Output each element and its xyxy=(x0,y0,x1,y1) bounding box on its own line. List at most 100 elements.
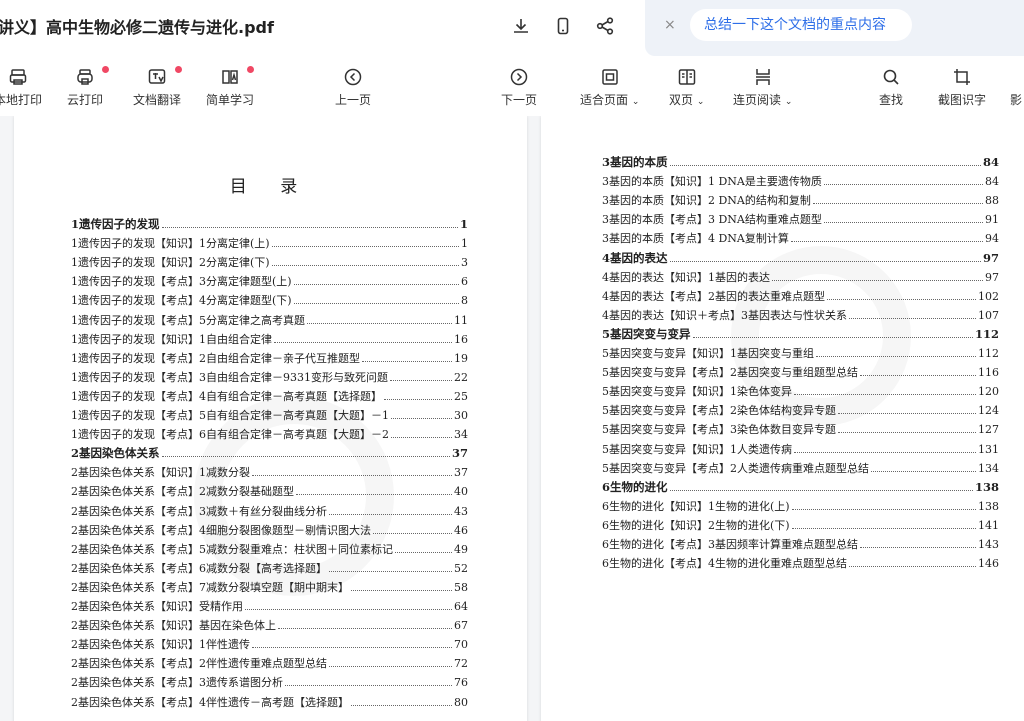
toc-entry[interactable]: 3基因的本质【知识】2 DNA的结构和复制 88 xyxy=(602,192,999,208)
ai-suggestion-chip[interactable]: 总结一下这个文档的重点内容 xyxy=(690,9,912,41)
dot-leader xyxy=(791,508,976,510)
toc-entry-title: 2基因染色体关系【知识】1伴性遗传 xyxy=(71,638,250,652)
toc-entry-title: 6生物的进化 xyxy=(602,479,668,494)
toc-entry[interactable]: 4基因的表达 97 xyxy=(602,250,999,266)
double-page-label: 双页 xyxy=(669,93,694,107)
screenshot-ocr-button[interactable]: 截图识字 xyxy=(938,66,986,108)
close-icon[interactable]: × xyxy=(664,17,676,33)
dot-leader xyxy=(823,222,983,224)
toc-entry-title: 4基因的表达【知识】1基因的表达 xyxy=(602,270,770,284)
toc-entry-page: 64 xyxy=(454,600,468,613)
continuous-page-icon xyxy=(733,66,792,88)
toolbar: 本地打印 云打印 文档翻译 简单学习 上一页 3 / 154 xyxy=(0,56,1024,157)
continuous-read-dropdown[interactable]: 连页阅读 ⌄ xyxy=(733,66,792,108)
toc-entry[interactable]: 2基因染色体关系【知识】受精作用 64 xyxy=(71,598,468,614)
toc-entry[interactable]: 1遗传因子的发现【考点】3分离定律题型(上) 6 xyxy=(71,273,468,289)
toc-entry[interactable]: 2基因染色体关系【知识】基因在染色体上 67 xyxy=(71,617,468,633)
next-page-button[interactable]: 下一页 xyxy=(501,66,537,108)
dot-leader xyxy=(812,203,983,205)
toc-entry-page: 3 xyxy=(461,256,468,270)
fit-page-icon xyxy=(580,66,639,88)
search-button[interactable]: 查找 xyxy=(879,66,903,108)
toc-entry[interactable]: 5基因突变与变异【考点】2染色体结构变异专题 124 xyxy=(602,402,999,418)
toc-entry[interactable]: 1遗传因子的发现【知识】2分离定律(下) 3 xyxy=(71,254,468,270)
dot-leader xyxy=(669,489,973,491)
more-tool-button[interactable]: 影 xyxy=(1008,66,1024,108)
toc-entry[interactable]: 1遗传因子的发现【考点】5分离定律之高考真题 11 xyxy=(71,312,468,328)
toc-entry[interactable]: 2基因染色体关系【知识】1减数分裂 37 xyxy=(71,464,468,480)
pdf-page-left: 目 录 1遗传因子的发现 1 1遗传因子的发现【知识】1分离定律(上) 1 1遗传因子的… xyxy=(14,116,527,721)
dot-leader xyxy=(271,246,459,248)
toc-entry[interactable]: 1遗传因子的发现【考点】4分离定律题型(下) 8 xyxy=(71,292,468,308)
toc-entry[interactable]: 2基因染色体关系【考点】4细胞分裂图像题型－剔情识图大法 46 xyxy=(71,522,468,538)
toc-entry[interactable]: 2基因染色体关系【考点】2减数分裂基础题型 40 xyxy=(71,483,468,499)
toc-entry[interactable]: 5基因突变与变异 112 xyxy=(602,326,999,342)
toc-entry-title: 1遗传因子的发现【考点】5自有组合定律－高考真题【大题】－1 xyxy=(71,409,389,422)
toc-entry-page: 37 xyxy=(454,466,468,480)
toc-entry[interactable]: 2基因染色体关系【考点】5减数分裂重难点：柱状图＋同位素标记 49 xyxy=(71,541,468,557)
toc-entry[interactable]: 1遗传因子的发现【知识】1分离定律(上) 1 xyxy=(71,235,468,251)
prev-page-label: 上一页 xyxy=(335,93,372,107)
printer-icon xyxy=(0,66,42,88)
toc-entry[interactable]: 4基因的表达【考点】2基因的表达重难点题型 102 xyxy=(602,288,999,304)
cloud-print-button[interactable]: 云打印 xyxy=(67,66,109,108)
download-icon[interactable] xyxy=(509,14,533,38)
toc-entry[interactable]: 2基因染色体关系【考点】2伴性遗传重难点题型总结 72 xyxy=(71,655,468,671)
toc-entry[interactable]: 6生物的进化【考点】3基因频率计算重难点题型总结 143 xyxy=(602,536,999,552)
toc-entry[interactable]: 2基因染色体关系【考点】3遗传系谱图分析 76 xyxy=(71,674,468,690)
toc-entry[interactable]: 6生物的进化【考点】4生物的进化重难点题型总结 146 xyxy=(602,555,999,571)
toc-entry[interactable]: 6生物的进化【知识】1生物的进化(上) 138 xyxy=(602,498,999,514)
toc-entry[interactable]: 5基因突变与变异【知识】1人类遗传病 131 xyxy=(602,441,999,457)
toc-entry[interactable]: 1遗传因子的发现【知识】1自由组合定律 16 xyxy=(71,331,468,347)
share-icon[interactable] xyxy=(593,14,617,38)
toc-entry[interactable]: 5基因突变与变异【考点】3染色体数目变异专题 127 xyxy=(602,421,999,437)
toc-entry[interactable]: 3基因的本质 84 xyxy=(602,154,999,170)
double-page-dropdown[interactable]: 双页 ⌄ xyxy=(669,66,704,108)
toc-entry[interactable]: 1遗传因子的发现【考点】2自由组合定律－亲子代互推题型 19 xyxy=(71,350,468,366)
new-badge xyxy=(102,66,109,73)
toc-entry[interactable]: 4基因的表达【知识】1基因的表达 97 xyxy=(602,269,999,285)
chevron-down-icon: ⌄ xyxy=(696,97,705,107)
toc-entry[interactable]: 1遗传因子的发现【考点】5自有组合定律－高考真题【大题】－1 30 xyxy=(71,407,468,423)
toc-entry-title: 2基因染色体关系 xyxy=(71,446,160,461)
toc-entry-title: 2基因染色体关系【考点】6减数分裂【高考选择题】 xyxy=(71,561,327,575)
local-print-button[interactable]: 本地打印 xyxy=(0,66,42,108)
toc-entry[interactable]: 2基因染色体关系【考点】6减数分裂【高考选择题】 52 xyxy=(71,560,468,576)
dot-leader xyxy=(871,470,976,472)
toc-entry[interactable]: 5基因突变与变异【知识】1染色体变异 120 xyxy=(602,383,999,399)
toc-entry[interactable]: 2基因染色体关系【考点】3减数＋有丝分裂曲线分析 43 xyxy=(71,503,468,519)
toc-entry[interactable]: 1遗传因子的发现【考点】6自有组合定律－高考真题【大题】－2 34 xyxy=(71,426,468,442)
toc-entry[interactable]: 3基因的本质【知识】1 DNA是主要遗传物质 84 xyxy=(602,173,999,189)
toc-entry[interactable]: 3基因的本质【考点】3 DNA结构重难点题型 91 xyxy=(602,211,999,227)
toc-entry-page: 138 xyxy=(974,479,999,494)
cloud-printer-icon xyxy=(67,66,103,88)
phone-icon[interactable] xyxy=(551,14,575,38)
toc-entry[interactable]: 4基因的表达【知识＋考点】3基因表达与性状关系 107 xyxy=(602,307,999,323)
toc-entry[interactable]: 3基因的本质【考点】4 DNA复制计算 94 xyxy=(602,230,999,246)
toc-entry[interactable]: 5基因突变与变异【考点】2基因突变与重组题型总结 116 xyxy=(602,364,999,380)
toc-entry-page: 67 xyxy=(454,619,468,633)
toc-entry[interactable]: 6生物的进化【知识】2生物的进化(下) 141 xyxy=(602,517,999,533)
toc-entry[interactable]: 5基因突变与变异【考点】2人类遗传病重难点题型总结 134 xyxy=(602,460,999,476)
toc-entry[interactable]: 6生物的进化 138 xyxy=(602,479,999,495)
toc-entry[interactable]: 2基因染色体关系 37 xyxy=(71,445,468,461)
simple-study-button[interactable]: 简单学习 xyxy=(206,66,254,108)
toc-entry[interactable]: 2基因染色体关系【知识】1伴性遗传 70 xyxy=(71,636,468,652)
dot-leader xyxy=(362,360,452,362)
toc-entry-page: 6 xyxy=(461,275,468,289)
document-viewer[interactable]: 目 录 1遗传因子的发现 1 1遗传因子的发现【知识】1分离定律(上) 1 1遗传因子的… xyxy=(0,116,1024,721)
fit-page-dropdown[interactable]: 适合页面 ⌄ xyxy=(580,66,639,108)
toc-entry-page: 40 xyxy=(454,485,468,499)
toc-entry[interactable]: 2基因染色体关系【考点】7减数分裂填空题【期中期末】 58 xyxy=(71,579,468,595)
search-label: 查找 xyxy=(879,93,904,107)
toc-entry[interactable]: 1遗传因子的发现 1 xyxy=(71,216,468,232)
toc-entry[interactable]: 2基因染色体关系【考点】4伴性遗传－高考题【选择题】 80 xyxy=(71,694,468,710)
toc-entry-title: 3基因的本质 xyxy=(602,155,668,169)
fit-page-label: 适合页面 xyxy=(580,93,629,107)
toc-entry[interactable]: 1遗传因子的发现【考点】4自有组合定律－高考真题【选择题】 25 xyxy=(71,388,468,404)
toc-entry[interactable]: 5基因突变与变异【知识】1基因突变与重组 112 xyxy=(602,345,999,361)
translate-button[interactable]: 文档翻译 xyxy=(133,66,182,108)
toc-entry[interactable]: 1遗传因子的发现【考点】3自由组合定律－9331变形与致死问题 22 xyxy=(71,369,468,385)
prev-page-button[interactable]: 上一页 xyxy=(335,66,371,108)
toc-entry-page: 1 xyxy=(461,237,468,251)
